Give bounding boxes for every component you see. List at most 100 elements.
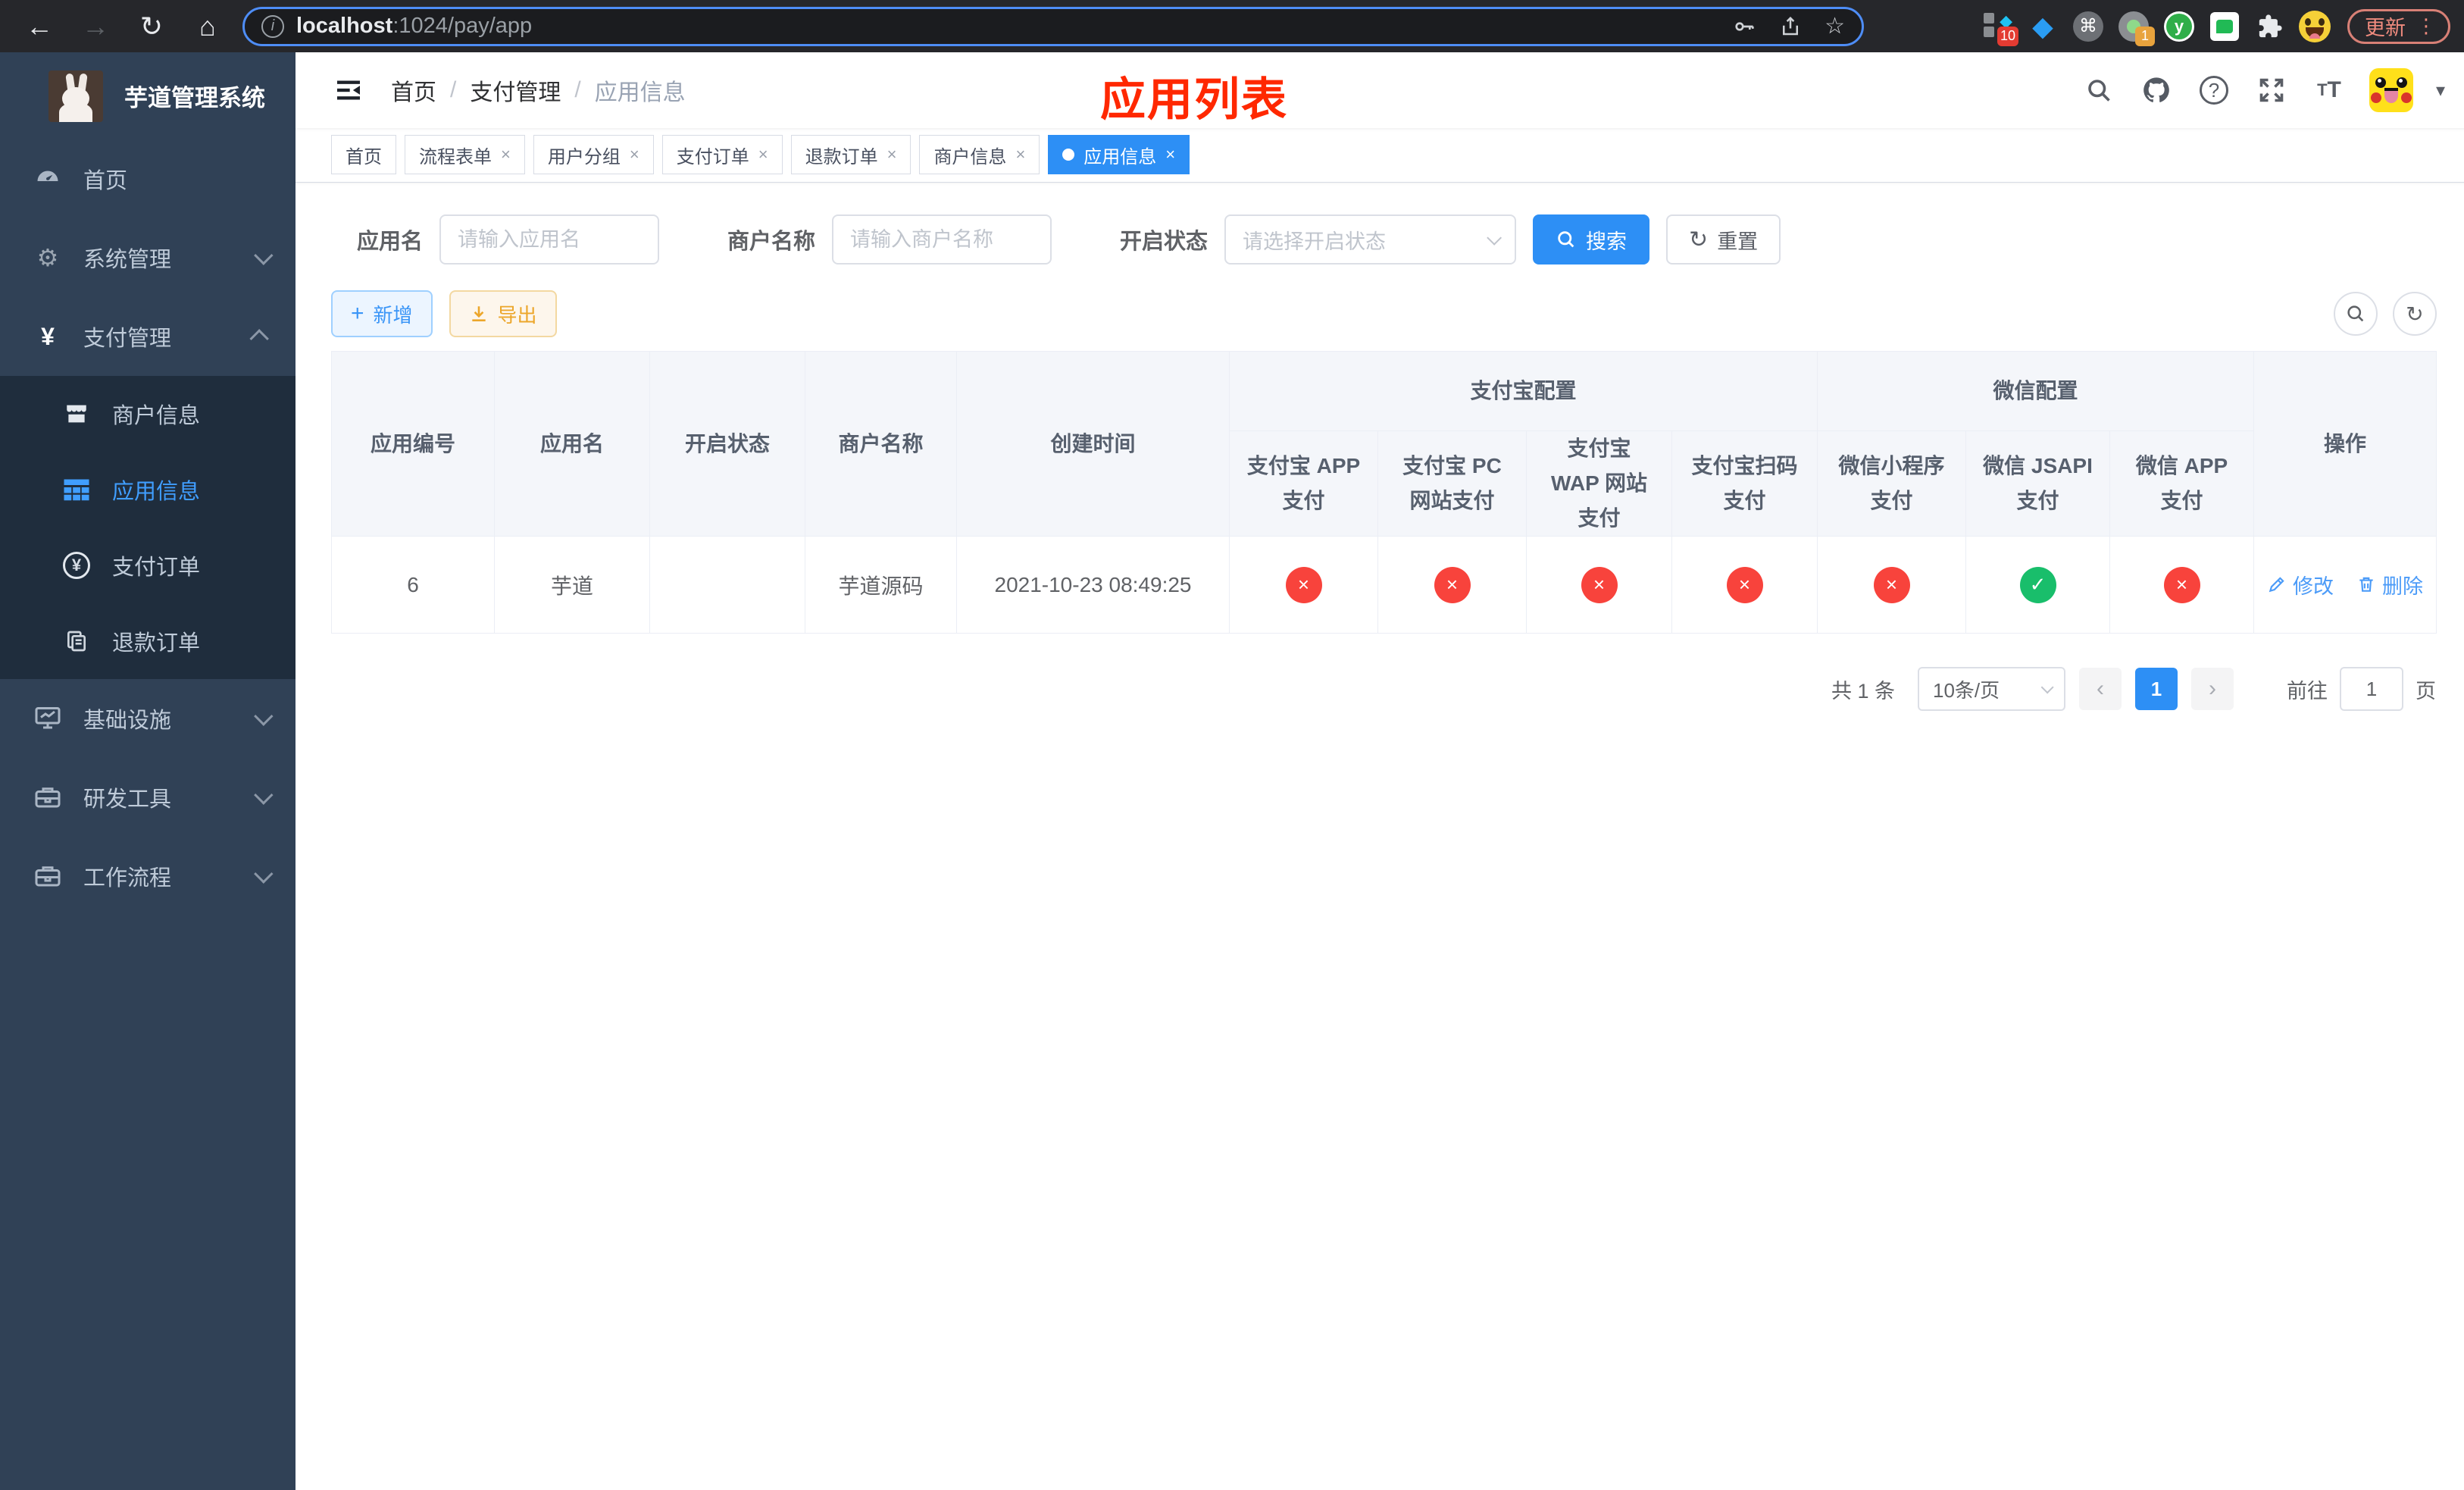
user-avatar[interactable] <box>2369 68 2413 112</box>
bookmark-star-icon[interactable]: ☆ <box>1825 13 1845 39</box>
tab-refund-orders[interactable]: 退款订单 × <box>790 135 911 174</box>
add-button[interactable]: + 新增 <box>331 290 433 337</box>
reset-button[interactable]: ↻ 重置 <box>1666 214 1781 265</box>
extension-badge: 1 <box>2135 26 2155 46</box>
next-page-button[interactable]: › <box>2191 668 2234 710</box>
tags-view-bar: 首页 流程表单 × 用户分组 × 支付订单 × 退款订单 × 商户信息 × 应用信息 × <box>295 128 2464 183</box>
tab-process-form[interactable]: 流程表单 × <box>405 135 525 174</box>
browser-nav-buttons: ← → ↻ ⌂ <box>21 8 226 45</box>
close-icon[interactable]: × <box>1015 145 1025 164</box>
toggle-search-button[interactable] <box>2334 292 2378 336</box>
tab-home[interactable]: 首页 <box>331 135 396 174</box>
extensions-puzzle-icon[interactable] <box>2253 10 2287 43</box>
col-app-id: 应用编号 <box>331 351 495 537</box>
sidebar-item-devtools[interactable]: 研发工具 <box>0 758 295 837</box>
sidebar-collapse-icon[interactable] <box>332 74 365 107</box>
page-number-button[interactable]: 1 <box>2135 668 2178 710</box>
caret-down-icon[interactable]: ▾ <box>2436 80 2445 102</box>
sidebar-item-workflow[interactable]: 工作流程 <box>0 837 295 916</box>
breadcrumb-separator: / <box>450 77 457 102</box>
app-name-input[interactable] <box>439 214 660 265</box>
cell-alipay-qr: × <box>1671 536 1818 634</box>
merchant-name-input[interactable] <box>832 214 1052 265</box>
chevron-down-icon <box>254 706 274 726</box>
edit-link[interactable]: 修改 <box>2267 570 2334 599</box>
recorder-extension-icon[interactable]: 1 <box>2117 10 2155 46</box>
refresh-table-button[interactable]: ↻ <box>2393 292 2437 336</box>
close-icon[interactable]: × <box>887 145 897 164</box>
sidebar-item-refund-orders[interactable]: 退款订单 <box>0 603 295 679</box>
password-key-icon[interactable] <box>1732 14 1756 39</box>
page-size-select[interactable]: 10条/页 <box>1918 667 2065 711</box>
search-button[interactable]: 搜索 <box>1533 214 1650 265</box>
browser-back-icon[interactable]: ← <box>21 8 58 45</box>
cell-app-id: 6 <box>331 536 495 634</box>
close-icon[interactable]: × <box>501 145 511 164</box>
breadcrumb-payment[interactable]: 支付管理 <box>470 74 561 107</box>
chat-extension-icon[interactable] <box>2208 10 2241 43</box>
browser-update-button[interactable]: 更新 ⋮ <box>2347 8 2450 44</box>
status-select[interactable]: 请选择开启状态 <box>1224 214 1517 265</box>
github-icon[interactable] <box>2139 73 2174 108</box>
goto-page-input[interactable] <box>2340 667 2403 711</box>
sidebar-item-merchant-info[interactable]: 商户信息 <box>0 376 295 452</box>
close-icon[interactable]: × <box>758 145 768 164</box>
gem-extension-icon[interactable]: ◆ <box>2026 10 2059 43</box>
export-button[interactable]: 导出 <box>449 290 557 337</box>
font-size-icon[interactable]: TT <box>2312 73 2347 108</box>
page-word: 页 <box>2416 679 2436 703</box>
breadcrumb-home[interactable]: 首页 <box>391 74 436 107</box>
sidebar-item-app-info[interactable]: 应用信息 <box>0 452 295 527</box>
sidebar: 芋道管理系统 首页 ⚙ 系统管理 ¥ 支付管理 商户信息 应用信息 ¥ 支付订单… <box>0 52 295 1490</box>
sidebar-item-home[interactable]: 首页 <box>0 139 295 218</box>
site-info-icon[interactable]: i <box>261 14 284 38</box>
browser-home-icon[interactable]: ⌂ <box>189 8 226 45</box>
tab-pay-orders[interactable]: 支付订单 × <box>661 135 783 174</box>
delete-label: 删除 <box>2382 574 2424 598</box>
help-icon[interactable]: ? <box>2197 73 2231 108</box>
tab-merchant-info[interactable]: 商户信息 × <box>919 135 1040 174</box>
browser-forward-icon[interactable]: → <box>77 8 114 45</box>
close-icon[interactable]: × <box>630 145 639 164</box>
document-copy-icon <box>59 629 94 653</box>
download-icon <box>471 306 486 321</box>
delete-link[interactable]: 删除 <box>2356 570 2423 599</box>
breadcrumb: 首页 / 支付管理 / 应用信息 <box>391 74 686 107</box>
trash-icon <box>2359 578 2373 592</box>
sidebar-item-infra[interactable]: 基础设施 <box>0 679 295 758</box>
y-extension-icon[interactable]: y <box>2162 10 2196 43</box>
prev-page-button[interactable]: ‹ <box>2079 668 2122 710</box>
close-icon[interactable]: × <box>1165 145 1175 164</box>
browser-reload-icon[interactable]: ↻ <box>133 8 170 45</box>
search-button-label: 搜索 <box>1586 230 1628 253</box>
tab-user-group[interactable]: 用户分组 × <box>533 135 654 174</box>
tiles-extension-icon[interactable]: ◆ 10 <box>1981 10 2018 46</box>
search-icon[interactable] <box>2081 73 2116 108</box>
browser-address-bar[interactable]: i localhost:1024/pay/app ☆ <box>242 6 1864 46</box>
col-alipay-pc: 支付宝 PC 网站支付 <box>1377 430 1527 537</box>
tab-app-info[interactable]: 应用信息 × <box>1048 135 1190 174</box>
update-label: 更新 <box>2365 17 2406 39</box>
fullscreen-icon[interactable] <box>2254 73 2289 108</box>
command-extension-icon[interactable]: ⌘ <box>2072 10 2105 43</box>
browser-profile-avatar[interactable] <box>2299 10 2331 42</box>
total-count: 共 1 条 <box>1831 679 1895 703</box>
url-path: :1024/pay/app <box>392 14 533 38</box>
chevron-down-icon <box>254 785 274 805</box>
add-button-label: 新增 <box>373 303 413 327</box>
sidebar-item-label: 研发工具 <box>83 787 172 812</box>
col-merchant: 商户名称 <box>805 351 957 537</box>
browser-menu-icon[interactable]: ⋮ <box>2416 14 2436 38</box>
share-icon[interactable] <box>1779 14 1802 39</box>
chevron-down-icon <box>1487 230 1502 246</box>
cell-app-name: 芋道 <box>494 536 650 634</box>
goto-label: 前往 <box>2287 679 2328 703</box>
tab-label: 首页 <box>346 146 382 167</box>
col-created: 创建时间 <box>956 351 1230 537</box>
sidebar-item-payment[interactable]: ¥ 支付管理 <box>0 297 295 376</box>
sidebar-item-system[interactable]: ⚙ 系统管理 <box>0 218 295 297</box>
sidebar-item-pay-orders[interactable]: ¥ 支付订单 <box>0 527 295 603</box>
chevron-down-icon <box>2040 681 2054 694</box>
grid-table-icon <box>59 477 94 502</box>
cell-merchant: 芋道源码 <box>805 536 957 634</box>
